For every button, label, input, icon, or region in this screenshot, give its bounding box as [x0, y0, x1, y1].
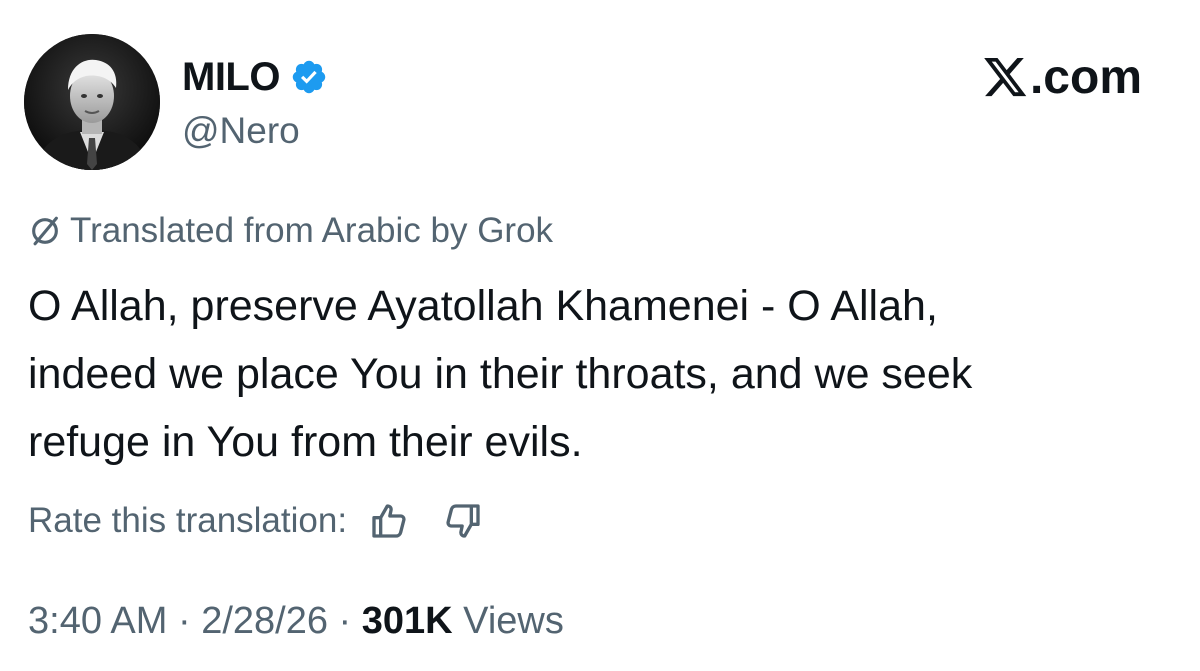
- tweet-text: O Allah, preserve Ayatollah Khamenei - O…: [28, 272, 1188, 476]
- thumbs-up-button[interactable]: [365, 497, 413, 545]
- tweet-text-line: O Allah, preserve Ayatollah Khamenei - O…: [28, 282, 938, 330]
- rate-translation-label: Rate this translation:: [28, 501, 348, 540]
- meta-separator: ·: [167, 600, 202, 642]
- thumbs-down-button[interactable]: [439, 497, 487, 545]
- translation-note-text: Translated from Arabic by Grok: [70, 211, 554, 250]
- author-handle[interactable]: @Nero: [182, 110, 300, 152]
- thumbs-up-icon: [372, 504, 406, 538]
- tweet-text-line: refuge in You from their evils.: [28, 418, 583, 466]
- tweet-text-line: indeed we place You in their throats, an…: [28, 350, 973, 398]
- translation-note: Translated from Arabic by Grok: [28, 208, 553, 254]
- rate-translation-row: Rate this translation:: [28, 495, 487, 547]
- views-label: Views: [452, 600, 564, 642]
- site-logo-suffix: .com: [1029, 51, 1142, 104]
- x-logo-icon: [984, 57, 1027, 96]
- verified-badge-icon: [290, 58, 328, 96]
- tweet-meta: 3:40 AM · 2/28/26 · 301K Views: [28, 600, 564, 643]
- tweet-date[interactable]: 2/28/26: [201, 600, 328, 642]
- author-name-row[interactable]: MILO: [182, 49, 328, 105]
- globe-slash-icon: [32, 216, 58, 246]
- avatar[interactable]: [24, 34, 160, 170]
- views-count[interactable]: 301K: [362, 600, 453, 642]
- thumbs-down-icon: [446, 504, 480, 538]
- profile-photo: [24, 34, 160, 170]
- author-display-name[interactable]: MILO: [182, 55, 280, 100]
- tweet-time[interactable]: 3:40 AM: [28, 600, 167, 642]
- meta-separator: ·: [328, 600, 362, 642]
- site-logo: .com: [984, 50, 1142, 105]
